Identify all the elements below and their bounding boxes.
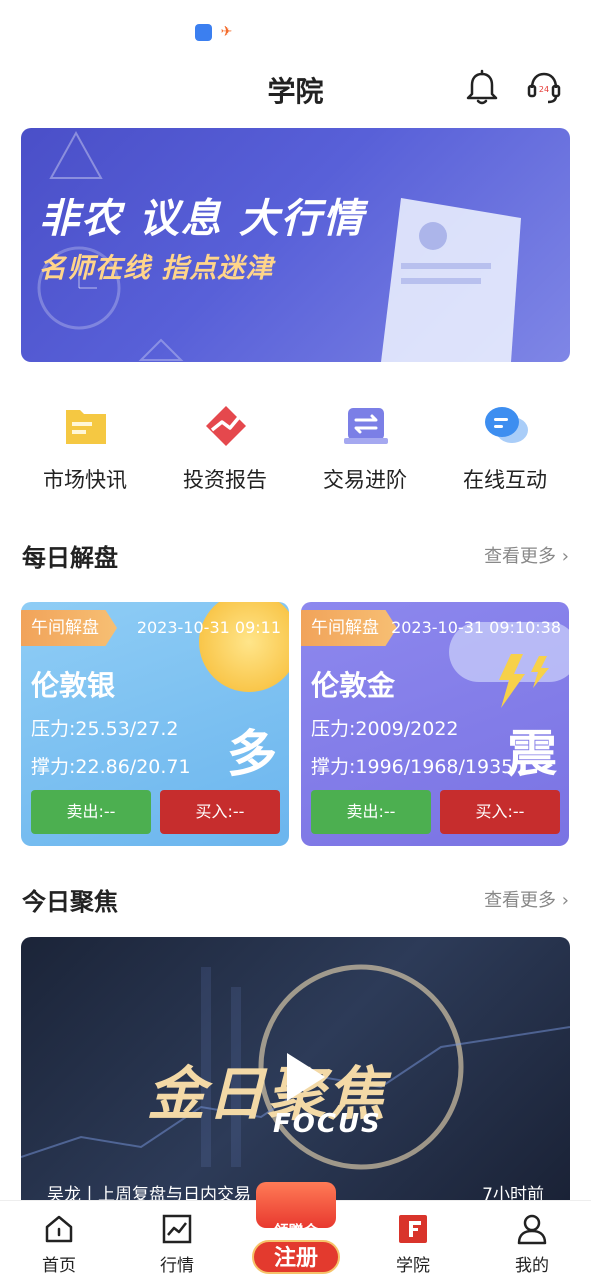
app-notification-icon — [195, 24, 212, 41]
promo-bonus-label: 领赠金 — [273, 1222, 319, 1240]
promo-banner[interactable]: 非农 议息 大行情 名师在线 指点迷津 — [21, 128, 570, 362]
quick-menu-label: 市场快讯 — [43, 468, 127, 492]
buy-button[interactable]: 买入:-- — [160, 790, 280, 834]
card-name: 伦敦银 — [31, 669, 116, 702]
quick-menu-trading-advanced[interactable]: 交易进阶 — [295, 396, 435, 506]
daily-section-header: 每日解盘 查看更多 › — [0, 534, 591, 574]
see-more-label: 查看更多 — [484, 890, 557, 911]
card-time: 2023-10-31 09:10:38 — [391, 618, 561, 637]
card-signal: 多 — [227, 725, 277, 783]
sun-icon — [199, 602, 289, 692]
see-more-label: 查看更多 — [484, 546, 557, 567]
runner-notification-icon: ✈ — [220, 24, 233, 40]
card-tag: 午间解盘 — [301, 610, 397, 646]
tab-home[interactable]: 首页 — [0, 1201, 118, 1280]
svg-text:24: 24 — [539, 85, 549, 94]
quick-menu-online-interaction[interactable]: 在线互动 — [435, 396, 575, 506]
page-title: 学院 — [267, 75, 324, 108]
quick-menu-label: 交易进阶 — [323, 468, 407, 492]
tab-profile[interactable]: 我的 — [473, 1201, 591, 1280]
see-more-link[interactable]: 查看更多 › — [484, 542, 569, 568]
buy-button[interactable]: 买入:-- — [440, 790, 560, 834]
banner-subtitle: 名师在线 指点迷津 — [39, 253, 274, 284]
card-tag: 午间解盘 — [21, 610, 117, 646]
academy-icon — [399, 1215, 427, 1243]
video-subtitle: FOCUS — [273, 1109, 382, 1139]
card-support: 撑力:1996/1968/1935 — [311, 756, 514, 778]
video-caption: 吴龙丨上周复盘与日内交易 — [47, 1185, 251, 1201]
chat-bubble-icon — [485, 407, 528, 443]
focus-section-header: 今日聚焦 查看更多 › — [0, 878, 591, 918]
bell-icon[interactable] — [464, 68, 500, 108]
chevron-right-icon: › — [561, 890, 569, 911]
video-time-ago: 7小时前 — [482, 1185, 544, 1201]
section-title: 每日解盘 — [22, 544, 118, 572]
sell-button[interactable]: 卖出:-- — [311, 790, 431, 834]
status-bar: ✈ — [0, 0, 591, 64]
lightning-icon — [499, 654, 549, 708]
tab-label: 行情 — [160, 1256, 194, 1276]
promo-register-label: 注册 — [252, 1240, 340, 1274]
tab-academy[interactable]: 学院 — [354, 1201, 472, 1280]
document-icon — [66, 410, 106, 444]
register-promo-button[interactable]: 领赠金 注册 — [238, 1172, 354, 1280]
card-signal: 震 — [507, 725, 557, 783]
quick-menu: 市场快讯 投资报告 交易进阶 在线互动 — [0, 396, 591, 506]
customer-service-icon[interactable]: 24 — [526, 68, 562, 108]
quick-menu-market-news[interactable]: 市场快讯 — [15, 396, 155, 506]
chart-report-icon — [206, 406, 246, 446]
quick-menu-label: 在线互动 — [463, 468, 547, 492]
tab-label: 首页 — [42, 1256, 76, 1276]
card-time: 2023-10-31 09:11 — [136, 618, 281, 637]
play-icon[interactable] — [271, 1047, 331, 1107]
card-name: 伦敦金 — [311, 669, 396, 702]
quick-menu-label: 投资报告 — [183, 468, 267, 492]
tab-label: 学院 — [396, 1256, 430, 1276]
sell-button[interactable]: 卖出:-- — [31, 790, 151, 834]
focus-video[interactable]: 金日聚焦 FOCUS 吴龙丨上周复盘与日内交易 7小时前 — [21, 937, 570, 1201]
see-more-link[interactable]: 查看更多 › — [484, 886, 569, 912]
tab-label: 我的 — [515, 1256, 549, 1276]
card-pressure: 压力:25.53/27.2 — [31, 718, 179, 740]
exchange-icon — [344, 408, 388, 444]
analysis-card-silver[interactable]: 午间解盘 2023-10-31 09:11 伦敦银 压力:25.53/27.2 … — [21, 602, 289, 846]
quick-menu-investment-report[interactable]: 投资报告 — [155, 396, 295, 506]
banner-title: 非农 议息 大行情 — [39, 196, 365, 242]
card-pressure: 压力:2009/2022 — [311, 718, 459, 740]
analysis-card-gold[interactable]: 午间解盘 2023-10-31 09:10:38 伦敦金 压力:2009/202… — [301, 602, 569, 846]
tab-market[interactable]: 行情 — [118, 1201, 236, 1280]
user-icon — [517, 1214, 547, 1245]
header: 学院 24 — [0, 64, 591, 114]
card-support: 撑力:22.86/20.71 — [31, 756, 191, 778]
home-icon — [45, 1215, 73, 1243]
chevron-right-icon: › — [561, 546, 569, 567]
market-chart-icon — [162, 1214, 192, 1244]
section-title: 今日聚焦 — [22, 888, 118, 916]
